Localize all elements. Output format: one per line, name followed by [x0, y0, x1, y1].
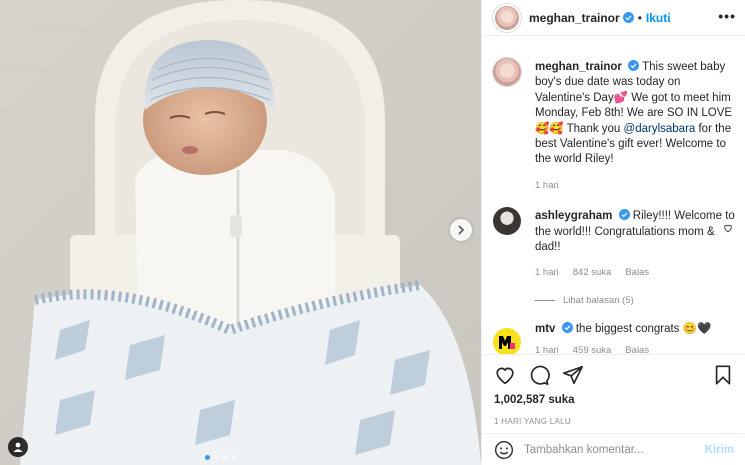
verified-badge-icon: [618, 209, 630, 221]
avatar[interactable]: [493, 327, 521, 354]
heart-icon[interactable]: [494, 364, 516, 386]
more-options-button[interactable]: •••: [718, 8, 736, 24]
comment-time[interactable]: 1 hari: [535, 343, 559, 354]
comment-username[interactable]: mtv: [535, 323, 555, 335]
action-icons: [494, 364, 584, 386]
comment-icon[interactable]: [528, 364, 550, 386]
user-tag-icon: [13, 442, 23, 452]
comment-likes[interactable]: 842 suka: [573, 265, 612, 280]
avatar[interactable]: [493, 207, 521, 236]
likes-count[interactable]: 1,002,587 suka: [494, 394, 575, 406]
verified-badge-icon: [561, 321, 573, 333]
mtv-logo-icon: [499, 335, 515, 349]
carousel-dot: [205, 455, 210, 460]
comment-text: the biggest congrats 😊🖤: [575, 322, 712, 335]
caption-username[interactable]: meghan_trainor: [535, 61, 622, 73]
carousel-indicator: [205, 455, 237, 460]
chevron-right-icon: [458, 225, 465, 235]
share-icon[interactable]: [562, 364, 584, 386]
user-tag-button[interactable]: [8, 437, 28, 457]
comment-input[interactable]: [524, 444, 699, 456]
post-media[interactable]: [0, 0, 481, 465]
carousel-dot: [232, 455, 237, 460]
carousel-dot: [223, 455, 228, 460]
header-separator: •: [637, 10, 642, 25]
post-header: meghan_trainor • Ikuti •••: [482, 0, 745, 36]
carousel-next-button[interactable]: [450, 219, 472, 241]
instagram-post: meghan_trainor • Ikuti ••• meghan_traino…: [0, 0, 745, 465]
post-side-panel: meghan_trainor • Ikuti ••• meghan_traino…: [481, 0, 745, 465]
carousel-dot: [214, 455, 219, 460]
view-replies-button[interactable]: Lihat balasan (5): [535, 295, 735, 306]
post-time[interactable]: 1 HARI YANG LALU: [494, 417, 571, 426]
caption: meghan_trainor This sweet baby boy's due…: [493, 58, 735, 193]
replies-line: [535, 299, 555, 301]
caption-time[interactable]: 1 hari: [535, 178, 559, 193]
follow-button[interactable]: Ikuti: [646, 11, 671, 25]
avatar[interactable]: [493, 3, 521, 32]
view-replies-label: Lihat balasan (5): [563, 294, 634, 306]
avatar[interactable]: [493, 58, 521, 86]
comment-time[interactable]: 1 hari: [535, 265, 559, 280]
comment-username[interactable]: ashleygraham: [535, 210, 612, 222]
header-username[interactable]: meghan_trainor: [529, 11, 620, 25]
verified-badge-icon: [622, 12, 634, 23]
comment-likes[interactable]: 459 suka: [573, 343, 612, 354]
reply-button[interactable]: Balas: [625, 265, 649, 280]
emoji-icon[interactable]: [494, 440, 514, 460]
comment-item: mtv the biggest congrats 😊🖤 1 hari 459 s…: [493, 321, 735, 354]
post-actions: 1,002,587 suka 1 HARI YANG LALU Kirim: [482, 354, 745, 464]
comment-like-icon[interactable]: [723, 223, 733, 233]
baby-photo: [0, 0, 481, 465]
post-comment-button[interactable]: Kirim: [705, 444, 734, 456]
verified-badge-icon: [628, 60, 640, 71]
comments-list[interactable]: meghan_trainor This sweet baby boy's due…: [482, 48, 745, 354]
comment-item: ashleygraham Riley!!!! Welcome to the wo…: [493, 207, 735, 281]
comment-composer: Kirim: [482, 433, 745, 465]
mention-link[interactable]: @darylsabara: [624, 123, 696, 135]
bookmark-icon[interactable]: [712, 364, 734, 386]
reply-button[interactable]: Balas: [625, 343, 649, 354]
